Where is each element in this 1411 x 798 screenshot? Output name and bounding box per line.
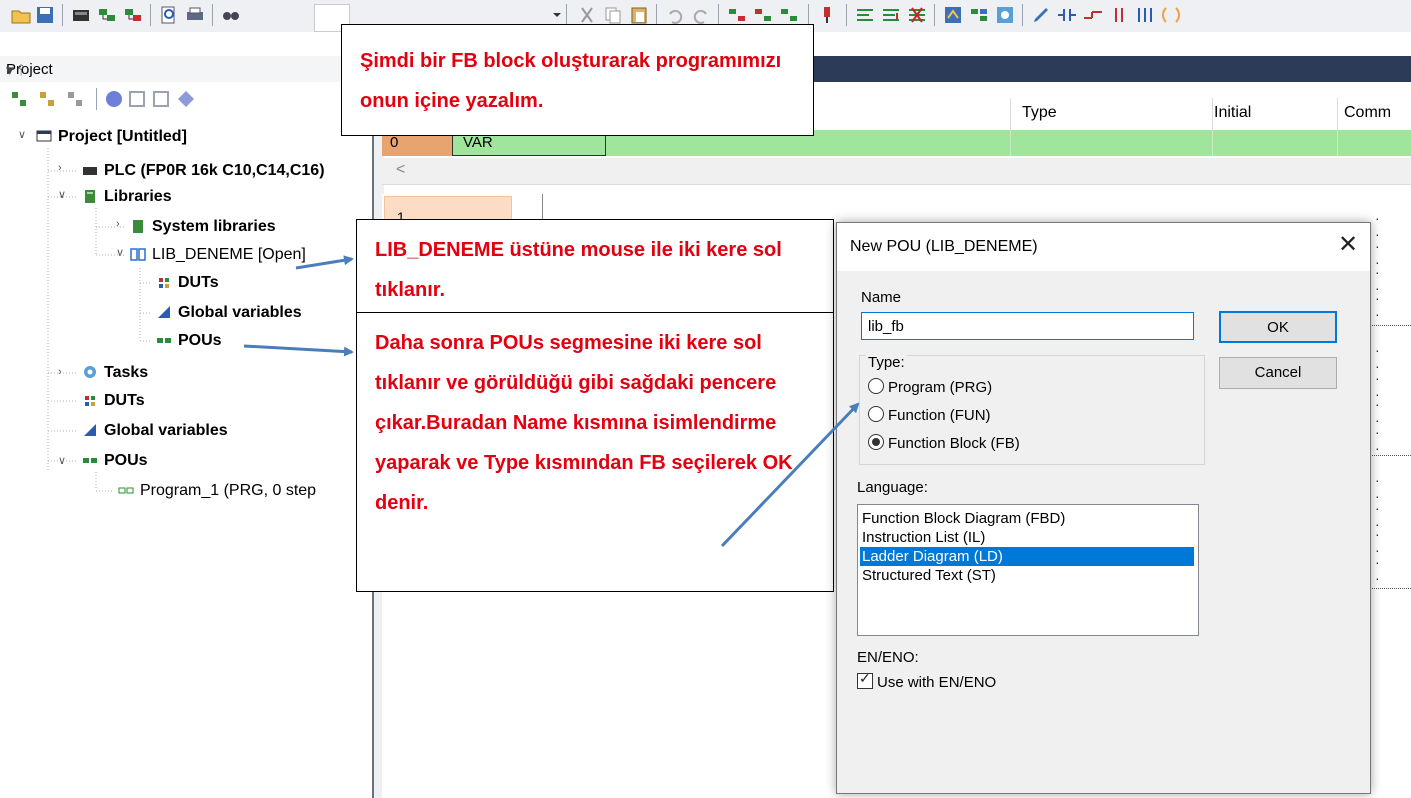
tree-node-lib-global-variables[interactable]: Global variables bbox=[156, 302, 302, 324]
dialog-title-bar: New POU (LIB_DENEME) ✕ bbox=[837, 223, 1370, 271]
column-type[interactable]: Type bbox=[1022, 104, 1057, 122]
cancel-button[interactable]: Cancel bbox=[1219, 357, 1337, 389]
library-icon bbox=[82, 188, 98, 204]
grid-icon[interactable] bbox=[968, 4, 990, 26]
save-icon[interactable] bbox=[34, 4, 56, 26]
name-input[interactable] bbox=[861, 312, 1194, 340]
expand-icon[interactable]: › bbox=[58, 366, 62, 378]
global-variables-icon bbox=[156, 304, 172, 320]
find-icon[interactable] bbox=[220, 4, 242, 26]
network-icon-1[interactable] bbox=[854, 4, 876, 26]
tasks-gear-icon bbox=[82, 364, 98, 380]
column-initial[interactable]: Initial bbox=[1214, 104, 1251, 122]
project-icon bbox=[36, 128, 52, 144]
tree-node-pous[interactable]: POUs bbox=[82, 450, 148, 472]
tree-node-lib-duts[interactable]: DUTs bbox=[156, 272, 219, 294]
box-icon[interactable] bbox=[1160, 4, 1182, 26]
tree-node-global-variables[interactable]: Global variables bbox=[82, 420, 228, 442]
language-option-fbd[interactable]: Function Block Diagram (FBD) bbox=[860, 509, 1194, 528]
network-icon-2[interactable] bbox=[880, 4, 902, 26]
open-folder-icon[interactable] bbox=[10, 4, 32, 26]
close-icon[interactable]: ✕ bbox=[1332, 231, 1364, 261]
dropdown-icon[interactable] bbox=[546, 4, 561, 26]
duts-icon bbox=[82, 392, 98, 408]
tree-node-plc[interactable]: PLC (FP0R 16k C10,C14,C16) bbox=[82, 160, 325, 182]
tree-node-libraries[interactable]: Libraries bbox=[82, 186, 172, 208]
tree-node-project-root[interactable]: Project [Untitled] bbox=[36, 126, 187, 148]
ladder-icon-1[interactable] bbox=[726, 4, 748, 26]
en-eno-checkbox[interactable]: Use with EN/ENO bbox=[857, 670, 996, 691]
tree-node-lib-pous[interactable]: POUs bbox=[156, 330, 222, 352]
language-option-ld[interactable]: Ladder Diagram (LD) bbox=[860, 547, 1194, 566]
language-option-st[interactable]: Structured Text (ST) bbox=[860, 566, 1194, 585]
tree-node-tasks[interactable]: Tasks bbox=[82, 362, 148, 384]
tree-node-lib-deneme[interactable]: LIB_DENEME [Open] bbox=[130, 244, 306, 266]
scroll-left-icon[interactable]: < bbox=[396, 161, 405, 179]
collapse-icon[interactable]: ∨ bbox=[58, 454, 66, 467]
language-option-il[interactable]: Instruction List (IL) bbox=[860, 528, 1194, 547]
redo-icon[interactable] bbox=[690, 4, 712, 26]
function-icon[interactable] bbox=[1134, 4, 1156, 26]
project-pane-header: Project ▾ ⫯ bbox=[0, 56, 372, 82]
contact-icon[interactable] bbox=[1056, 4, 1078, 26]
pin-icon[interactable]: ▾ ⫯ bbox=[6, 61, 366, 79]
copy-icon[interactable] bbox=[602, 4, 624, 26]
pous-icon bbox=[82, 452, 98, 468]
paste-icon[interactable] bbox=[628, 4, 650, 26]
language-label: Language: bbox=[857, 479, 928, 496]
library-icon bbox=[130, 218, 146, 234]
type-group: Type: Program (PRG) Function (FUN) Funct… bbox=[859, 354, 1205, 465]
pencil-icon[interactable] bbox=[1030, 4, 1052, 26]
project-toolbar bbox=[0, 82, 372, 122]
tree-node-program-1[interactable]: Program_1 (PRG, 0 step bbox=[118, 480, 316, 502]
global-variables-icon bbox=[82, 422, 98, 438]
undo-icon[interactable] bbox=[664, 4, 686, 26]
dialog-title: New POU (LIB_DENEME) bbox=[850, 238, 1038, 255]
name-label: Name bbox=[861, 289, 902, 306]
delete-network-icon[interactable] bbox=[906, 4, 928, 26]
coil-icon[interactable] bbox=[1082, 4, 1104, 26]
ok-button[interactable]: OK bbox=[1219, 311, 1337, 343]
open-library-icon bbox=[130, 246, 146, 262]
collapse-icon[interactable]: ∨ bbox=[18, 128, 26, 141]
print-preview-icon[interactable] bbox=[158, 4, 180, 26]
expand-icon[interactable]: › bbox=[58, 162, 62, 174]
checkbox-checked-icon[interactable] bbox=[857, 670, 873, 689]
device-icon[interactable] bbox=[70, 4, 92, 26]
tree-node-duts[interactable]: DUTs bbox=[82, 390, 145, 412]
column-comment[interactable]: Comm bbox=[1344, 104, 1391, 122]
compile-all-icon[interactable] bbox=[122, 4, 144, 26]
duts-icon bbox=[156, 274, 172, 290]
callout-middle: LIB_DENEME üstüne mouse ile iki kere sol… bbox=[356, 219, 834, 313]
collapse-icon[interactable]: ∨ bbox=[58, 188, 66, 201]
pous-icon bbox=[156, 332, 172, 348]
compile-icon[interactable] bbox=[96, 4, 118, 26]
callout-top: Şimdi bir FB block oluşturarak programım… bbox=[341, 24, 814, 136]
type-label: Type: bbox=[866, 354, 907, 371]
ladder-icon-3[interactable] bbox=[778, 4, 800, 26]
monitor-icon[interactable] bbox=[816, 4, 838, 26]
expand-icon[interactable]: › bbox=[116, 218, 120, 230]
print-icon[interactable] bbox=[184, 4, 206, 26]
pou-icon[interactable] bbox=[942, 4, 964, 26]
horizontal-scrollbar[interactable]: < bbox=[382, 158, 1411, 185]
collapse-icon[interactable]: ∨ bbox=[116, 246, 124, 259]
ladder-icon-2[interactable] bbox=[752, 4, 774, 26]
tree-node-system-libraries[interactable]: System libraries bbox=[130, 216, 276, 238]
project-toolbar-icons[interactable] bbox=[10, 88, 270, 116]
callout-bottom: Daha sonra POUs segmesine iki kere sol t… bbox=[356, 312, 834, 592]
radio-function-block[interactable]: Function Block (FB) bbox=[868, 434, 1020, 452]
cut-icon[interactable] bbox=[576, 4, 598, 26]
radio-function[interactable]: Function (FUN) bbox=[868, 406, 991, 424]
radio-program[interactable]: Program (PRG) bbox=[868, 378, 992, 396]
program-icon bbox=[118, 482, 134, 498]
project-tree: ∨ Project [Untitled] › PLC (FP0R 16k C10… bbox=[0, 122, 372, 798]
en-eno-label: EN/ENO: bbox=[857, 649, 919, 666]
online-icon[interactable] bbox=[994, 4, 1016, 26]
plc-icon bbox=[82, 162, 98, 178]
parallel-icon[interactable] bbox=[1108, 4, 1130, 26]
new-pou-dialog: New POU (LIB_DENEME) ✕ Name OK Cancel Ty… bbox=[836, 222, 1371, 794]
language-list[interactable]: Function Block Diagram (FBD) Instruction… bbox=[857, 504, 1199, 636]
